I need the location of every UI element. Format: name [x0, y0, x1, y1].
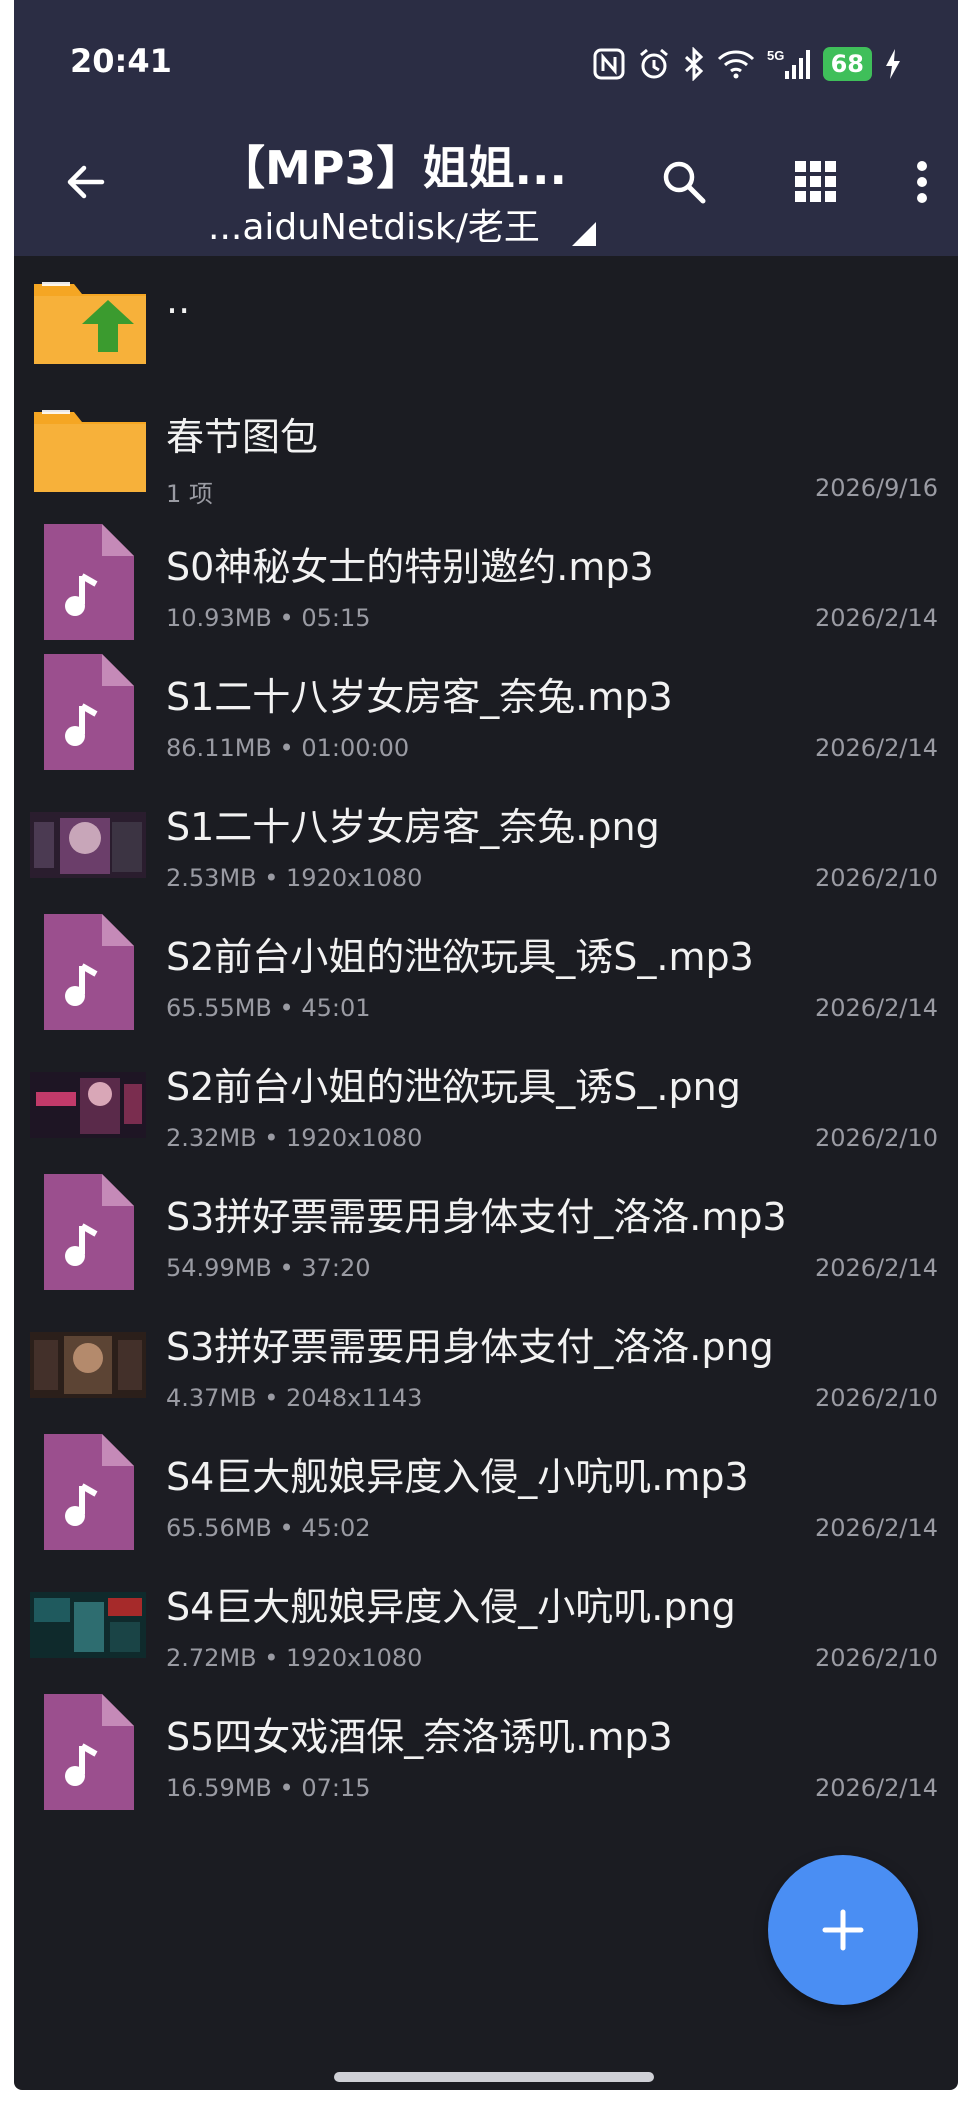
file-meta: 4.37MB • 2048x1143 [166, 1384, 423, 1412]
add-button[interactable] [768, 1855, 918, 2005]
file-meta: 10.93MB • 05:15 [166, 604, 371, 632]
file-meta: 2.53MB • 1920x1080 [166, 864, 423, 892]
file-name: S4巨大舰娘异度入侵_小吭叽.png [166, 1585, 736, 1629]
wifi-icon [717, 44, 755, 84]
file-meta: 16.59MB • 07:15 [166, 1774, 371, 1802]
more-options-button[interactable] [886, 146, 958, 218]
audio-file-icon [44, 524, 134, 640]
audio-file-row[interactable]: S0神秘女士的特别邀约.mp3 10.93MB • 05:15 2026/2/1… [14, 516, 958, 646]
file-meta: 2.72MB • 1920x1080 [166, 1644, 423, 1672]
file-name: S0神秘女士的特别邀约.mp3 [166, 545, 654, 589]
file-date: 2026/2/14 [814, 994, 938, 1022]
phone-screen: 20:41 5G 68 【MP3】姐姐... ...aiduNetdisk/老王… [14, 0, 958, 2090]
image-file-row[interactable]: S1二十八岁女房客_奈兔.png 2.53MB • 1920x1080 2026… [14, 776, 958, 906]
back-button[interactable] [50, 146, 122, 218]
image-file-row[interactable]: S3拼好票需要用身体支付_洛洛.png 4.37MB • 2048x1143 2… [14, 1296, 958, 1426]
folder-icon [34, 410, 146, 492]
network-label: 5G [767, 48, 784, 63]
back-arrow-icon [67, 165, 105, 199]
file-date: 2026/2/10 [814, 1124, 938, 1152]
image-file-row[interactable]: S2前台小姐的泄欲玩具_诱S_.png 2.32MB • 1920x1080 2… [14, 1036, 958, 1166]
file-name: .. [166, 278, 191, 322]
audio-file-icon [44, 654, 134, 770]
image-thumbnail [30, 812, 146, 878]
home-indicator[interactable] [334, 2072, 654, 2082]
nfc-icon [593, 44, 625, 84]
plus-icon [822, 1909, 864, 1951]
top-bar: 20:41 5G 68 【MP3】姐姐... ...aiduNetdisk/老王 [14, 0, 958, 256]
audio-file-icon [44, 1694, 134, 1810]
search-button[interactable] [648, 146, 720, 218]
file-date: 2026/2/14 [814, 734, 938, 762]
alarm-icon [637, 44, 671, 84]
file-name: S5四女戏酒保_奈洛诱叽.mp3 [166, 1715, 673, 1759]
file-name: S3拼好票需要用身体支付_洛洛.png [166, 1325, 774, 1369]
grid-view-icon [795, 161, 836, 202]
file-date: 2026/2/14 [814, 1774, 938, 1802]
status-bar: 20:41 5G 68 [14, 0, 958, 120]
file-name: S4巨大舰娘异度入侵_小吭叽.mp3 [166, 1455, 749, 1499]
audio-file-row[interactable]: S1二十八岁女房客_奈兔.mp3 86.11MB • 01:00:00 2026… [14, 646, 958, 776]
status-time: 20:41 [70, 42, 172, 80]
cellular-5g-icon: 5G [767, 44, 811, 84]
file-date: 2026/2/10 [814, 1384, 938, 1412]
folder-row[interactable]: 春节图包 1 项 2026/9/16 [14, 386, 958, 516]
file-date: 2026/2/14 [814, 604, 938, 632]
app-bar: 【MP3】姐姐... ...aiduNetdisk/老王 [14, 120, 958, 256]
audio-file-row[interactable]: S2前台小姐的泄欲玩具_诱S_.mp3 65.55MB • 45:01 2026… [14, 906, 958, 1036]
audio-file-row[interactable]: S4巨大舰娘异度入侵_小吭叽.mp3 65.56MB • 45:02 2026/… [14, 1426, 958, 1556]
file-date: 2026/2/10 [814, 864, 938, 892]
audio-file-icon [44, 1174, 134, 1290]
audio-file-row[interactable]: S3拼好票需要用身体支付_洛洛.mp3 54.99MB • 37:20 2026… [14, 1166, 958, 1296]
file-name: S1二十八岁女房客_奈兔.png [166, 805, 660, 849]
audio-file-icon [44, 914, 134, 1030]
image-thumbnail [30, 1332, 146, 1398]
image-thumbnail [30, 1592, 146, 1658]
file-date: 2026/2/10 [814, 1644, 938, 1672]
folder-up-icon [34, 282, 146, 364]
bluetooth-icon [683, 44, 705, 84]
file-name: S1二十八岁女房客_奈兔.mp3 [166, 675, 673, 719]
image-thumbnail [30, 1072, 146, 1138]
file-date: 2026/2/14 [814, 1514, 938, 1542]
battery-indicator: 68 [822, 47, 872, 81]
file-name: S3拼好票需要用身体支付_洛洛.mp3 [166, 1195, 787, 1239]
grid-view-button[interactable] [780, 146, 852, 218]
path-dropdown-icon[interactable] [572, 222, 596, 246]
file-meta: 1 项 [166, 480, 213, 508]
audio-file-icon [44, 1434, 134, 1550]
file-date: 2026/2/14 [814, 1254, 938, 1282]
file-name: S2前台小姐的泄欲玩具_诱S_.mp3 [166, 935, 754, 979]
folder-path[interactable]: ...aiduNetdisk/老王 [208, 198, 540, 250]
file-meta: 65.56MB • 45:02 [166, 1514, 371, 1542]
charging-icon [884, 44, 902, 84]
status-icons: 5G 68 [593, 42, 902, 86]
file-meta: 86.11MB • 01:00:00 [166, 734, 410, 762]
image-file-row[interactable]: S4巨大舰娘异度入侵_小吭叽.png 2.72MB • 1920x1080 20… [14, 1556, 958, 1686]
file-name: S2前台小姐的泄欲玩具_诱S_.png [166, 1065, 741, 1109]
more-vertical-icon [917, 161, 927, 203]
parent-folder-row[interactable]: .. [14, 256, 958, 386]
audio-file-row[interactable]: S5四女戏酒保_奈洛诱叽.mp3 16.59MB • 07:15 2026/2/… [14, 1686, 958, 1816]
file-meta: 54.99MB • 37:20 [166, 1254, 371, 1282]
file-meta: 65.55MB • 45:01 [166, 994, 371, 1022]
file-meta: 2.32MB • 1920x1080 [166, 1124, 423, 1152]
file-name: 春节图包 [166, 415, 319, 459]
search-icon [663, 161, 706, 204]
file-date: 2026/9/16 [814, 474, 938, 502]
folder-title: 【MP3】姐姐... [219, 141, 567, 195]
